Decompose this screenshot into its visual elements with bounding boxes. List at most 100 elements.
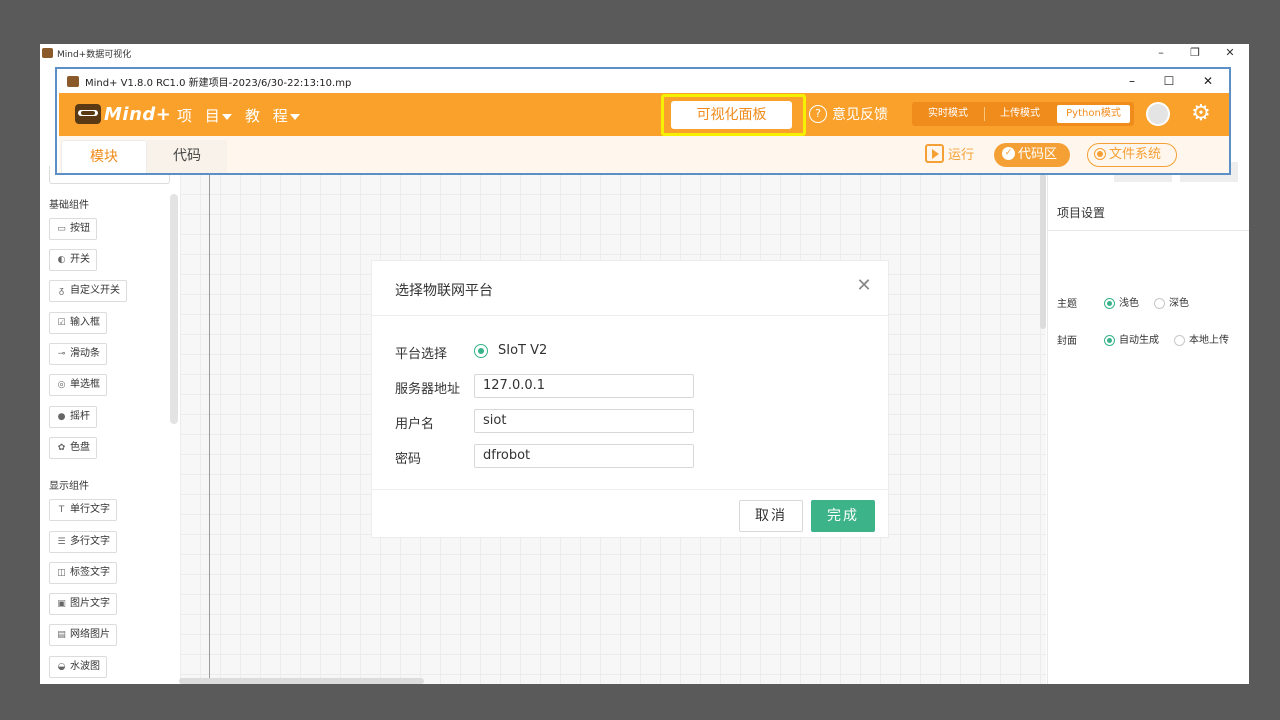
palette-item-slider[interactable]: ⊸ 滑动条 [49,343,107,365]
dialog-title: 选择物联网平台 [395,283,493,299]
menu-tutorial[interactable]: 教 程 [245,105,300,126]
image-text-icon: ▣ [57,599,66,609]
cover-auto-radio[interactable]: 自动生成 [1104,331,1159,346]
palette-item-custom-switch[interactable]: ᵹ 自定义开关 [49,280,127,302]
ide-window-title: Mind+ V1.8.0 RC1.0 新建项目-2023/6/30-22:13:… [85,77,352,89]
custom-switch-icon: ᵹ [58,286,64,296]
question-icon: ? [809,105,827,123]
tab-blocks[interactable]: 模块 [61,140,147,173]
platform-siot-radio[interactable]: SIoT V2 [474,343,547,358]
mind-plus-logo-icon [42,48,53,58]
check-icon: ✓ [1002,147,1015,160]
done-button[interactable]: 完成 [811,500,875,532]
ide-tab-bar: 模块 代码 运行 ✓ 代码区 文件系统 [59,136,1229,173]
mode-realtime[interactable]: 实时模式 [918,105,978,123]
mode-switch: 实时模式 上传模式 Python模式 [912,102,1134,126]
password-label: 密码 [395,452,422,467]
outer-restore-button[interactable]: ❐ [1185,44,1205,62]
theme-dark-radio[interactable]: 深色 [1154,294,1189,309]
palette-item-web-image[interactable]: ▤ 网络图片 [49,624,117,646]
run-button[interactable]: 运行 [925,144,974,163]
radio-selected-icon [1104,334,1115,346]
radio-unselected-icon [1154,297,1165,309]
canvas-vertical-scrollbar[interactable] [1040,174,1046,329]
outer-minimize-button[interactable]: – [1151,44,1171,62]
password-input[interactable]: dfrobot [474,444,694,468]
mode-upload[interactable]: 上传模式 [990,105,1050,123]
brand-logo[interactable]: Mind+ [75,100,171,128]
username-input[interactable]: siot [474,409,694,433]
canvas-horizontal-scrollbar[interactable] [179,678,424,684]
tab-code[interactable]: 代码 [147,140,227,173]
radio-selected-icon [474,343,488,358]
palette-item-radio[interactable]: ◎ 单选框 [49,374,107,396]
radio-target-icon [1094,147,1106,160]
tag-icon: ◫ [57,568,66,578]
mind-plus-ide-window: Mind+ V1.8.0 RC1.0 新建项目-2023/6/30-22:13:… [55,67,1231,175]
server-address-input[interactable]: 127.0.0.1 [474,374,694,398]
button-icon: ▭ [57,224,66,234]
outer-window-title: Mind+数据可视化 [57,49,132,60]
outer-close-button[interactable]: ✕ [1220,44,1240,62]
basic-components-header: 基础组件 [49,200,89,211]
play-icon [925,144,944,163]
theme-light-radio[interactable]: 浅色 [1104,294,1139,309]
web-image-icon: ▤ [57,630,66,640]
canvas-edge-line [209,164,210,684]
cover-local-upload-radio[interactable]: 本地上传 [1174,331,1229,346]
username-label: 用户名 [395,417,435,432]
user-avatar[interactable] [1146,102,1170,126]
multiline-icon: ☰ [57,537,66,547]
iot-platform-dialog: 选择物联网平台 ✕ 平台选择 SIoT V2 服务器地址 127.0.0.1 用… [371,260,889,538]
palette-item-button[interactable]: ▭ 按钮 [49,218,97,240]
platform-label: 平台选择 [395,347,448,362]
ide-titlebar: Mind+ V1.8.0 RC1.0 新建项目-2023/6/30-22:13:… [57,69,1229,93]
display-components-header: 显示组件 [49,481,89,492]
ide-minimize-button[interactable]: – [1122,71,1142,91]
palette-item-joystick[interactable]: ● 摇杆 [49,406,97,428]
cancel-button[interactable]: 取消 [739,500,803,532]
toggle-icon: ◐ [57,255,66,265]
slider-icon: ⊸ [57,349,66,359]
visualization-panel-button[interactable]: 可视化面板 [671,101,792,129]
cover-label: 封面 [1057,336,1077,347]
ide-maximize-button[interactable]: ☐ [1159,71,1179,91]
server-address-label: 服务器地址 [395,382,461,397]
feedback-button[interactable]: ? 意见反馈 [809,104,888,124]
dialog-divider [372,315,888,316]
theme-label: 主题 [1057,299,1077,310]
outer-titlebar: Mind+数据可视化 [40,44,1249,62]
palette-item-multiline-text[interactable]: ☰ 多行文字 [49,531,117,553]
chevron-down-icon [221,113,232,120]
joystick-icon: ● [57,412,66,422]
radio-icon: ◎ [57,380,66,390]
palette-icon: ✿ [57,443,66,453]
palette-item-wave-chart[interactable]: ◒ 水波图 [49,656,107,678]
project-settings-title: 项目设置 [1057,206,1106,220]
palette-scrollbar[interactable] [170,194,178,424]
radio-selected-icon [1104,297,1115,309]
ide-top-menu-bar: Mind+ 项 目 教 程 可视化面板 ? 意见反馈 实时模式 上传模式 Pyt… [59,93,1229,136]
file-system-button[interactable]: 文件系统 [1087,143,1177,167]
chevron-down-icon [289,113,300,120]
mode-python[interactable]: Python模式 [1057,105,1130,123]
wave-icon: ◒ [57,662,66,672]
palette-item-toggle[interactable]: ◐ 开关 [49,249,97,271]
menu-project[interactable]: 项 目 [177,105,232,126]
palette-item-single-line-text[interactable]: T 单行文字 [49,499,117,521]
ide-close-button[interactable]: ✕ [1198,71,1218,91]
code-area-button[interactable]: ✓ 代码区 [994,143,1070,167]
radio-unselected-icon [1174,334,1185,346]
close-icon[interactable]: ✕ [854,276,874,296]
palette-item-image-text[interactable]: ▣ 图片文字 [49,593,117,615]
dialog-footer-divider [372,489,888,490]
palette-item-tag-text[interactable]: ◫ 标签文字 [49,562,117,584]
input-box-icon: ☑ [57,318,66,328]
palette-item-color-palette[interactable]: ✿ 色盘 [49,437,97,459]
palette-item-input-box[interactable]: ☑ 输入框 [49,312,107,334]
properties-panel: 画布布局 W 1920 H 1080 项目设置 主题 浅色 深色 封面 自动生成… [1047,154,1249,684]
robot-logo-icon [75,104,101,124]
gear-icon[interactable]: ⚙ [1188,101,1214,127]
text-icon: T [58,505,65,515]
panel-divider [1048,230,1249,231]
